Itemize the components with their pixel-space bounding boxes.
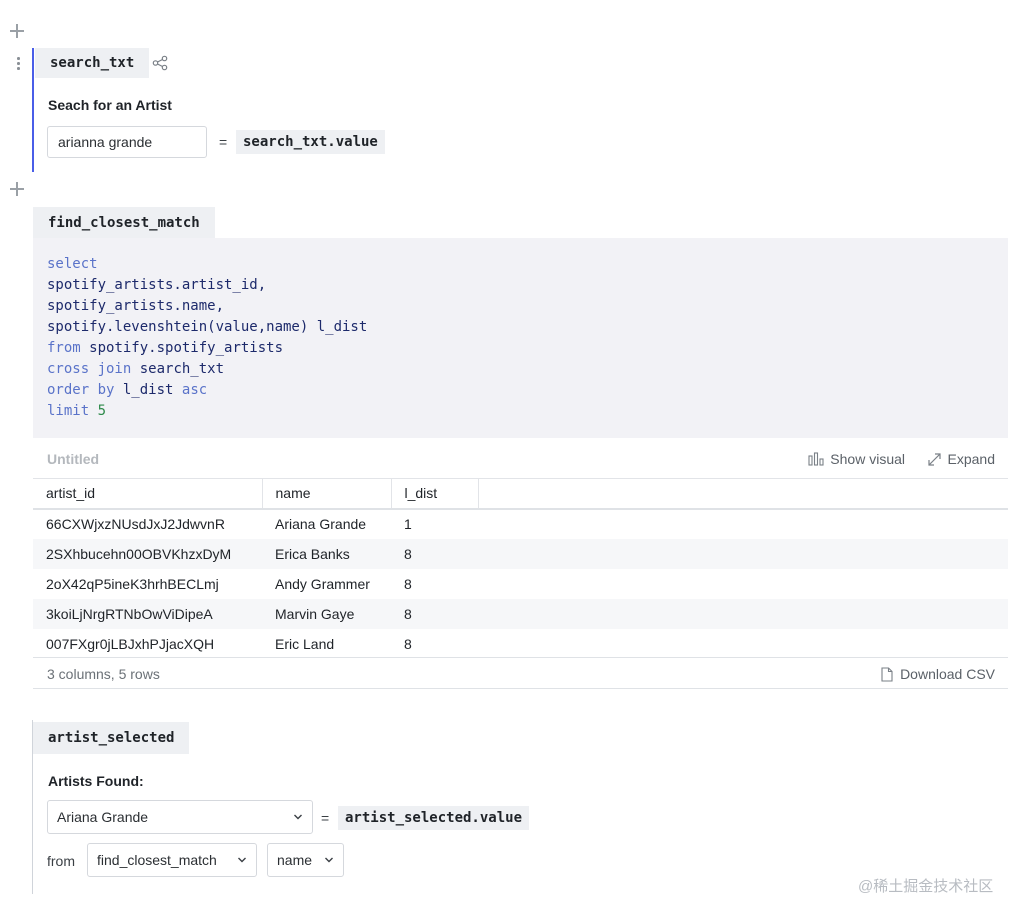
sql-keyword: limit bbox=[47, 403, 90, 419]
column-header[interactable]: l_dist bbox=[391, 478, 479, 510]
sql-line: spotify.levenshtein(value,name) l_dist bbox=[47, 319, 368, 335]
table-cell-empty bbox=[478, 509, 1008, 539]
add-cell-plus-icon[interactable] bbox=[10, 182, 24, 196]
results-header: Untitled Show visual Expand bbox=[33, 440, 1008, 478]
results-footer: 3 columns, 5 rows Download CSV bbox=[33, 657, 1008, 689]
add-cell-plus-icon[interactable] bbox=[10, 24, 24, 38]
cell-name-tag[interactable]: search_txt bbox=[35, 48, 150, 78]
dropdown-value: find_closest_match bbox=[97, 852, 217, 868]
sql-identifier: spotify.spotify_artists bbox=[89, 340, 284, 356]
table-cell[interactable]: Erica Banks bbox=[262, 538, 391, 569]
sql-line: from spotify.spotify_artists bbox=[47, 338, 283, 359]
download-csv-button[interactable]: Download CSV bbox=[881, 666, 995, 682]
table-cell[interactable]: Marvin Gaye bbox=[262, 598, 391, 629]
cell-name-tag[interactable]: artist_selected bbox=[33, 722, 190, 754]
table-cell[interactable]: Eric Land bbox=[262, 629, 391, 659]
share-icon[interactable] bbox=[152, 55, 168, 71]
table-cell-empty bbox=[478, 538, 1008, 569]
table-header-row: artist_id name l_dist bbox=[33, 478, 1008, 510]
table-cell-empty bbox=[478, 629, 1008, 659]
table-cell-empty bbox=[478, 569, 1008, 599]
column-header[interactable]: name bbox=[262, 478, 392, 510]
chart-icon bbox=[808, 452, 824, 466]
dropdown-value: name bbox=[277, 852, 313, 868]
column-header[interactable]: artist_id bbox=[33, 478, 263, 510]
from-label: from bbox=[47, 853, 75, 869]
table-row: 3koiLjNrgRTNbOwViDipeA Marvin Gaye 8 bbox=[33, 598, 1008, 629]
artist-dropdown[interactable]: Ariana Grande bbox=[47, 800, 313, 834]
sql-line: spotify_artists.artist_id, bbox=[47, 277, 267, 293]
file-icon bbox=[881, 666, 893, 682]
table-row: 2SXhbucehn00OBVKhzxDyM Erica Banks 8 bbox=[33, 538, 1008, 569]
table-row: 66CXWjxzNUsdJxJ2JdwvnR Ariana Grande 1 bbox=[33, 509, 1008, 539]
table-cell-empty bbox=[478, 598, 1008, 629]
table-cell[interactable]: 8 bbox=[391, 629, 478, 659]
sql-keyword: asc bbox=[181, 382, 208, 398]
sql-number: 5 bbox=[97, 403, 107, 419]
table-cell[interactable]: 66CXWjxzNUsdJxJ2JdwvnR bbox=[33, 509, 262, 539]
download-csv-label: Download CSV bbox=[900, 666, 995, 682]
sql-line: select bbox=[47, 256, 98, 272]
equals-sign: = bbox=[321, 810, 330, 826]
table-cell[interactable]: Ariana Grande bbox=[262, 509, 391, 539]
sql-identifier: search_txt bbox=[139, 361, 225, 377]
cell-name-tag[interactable]: find_closest_match bbox=[33, 207, 215, 239]
table-cell[interactable]: 8 bbox=[391, 538, 478, 569]
chevron-down-icon bbox=[294, 814, 302, 820]
table-row: 2oX42qP5ineK3hrhBECLmj Andy Grammer 8 bbox=[33, 569, 1008, 599]
sql-line: order by l_dist asc bbox=[47, 380, 207, 401]
column-dropdown[interactable]: name bbox=[267, 843, 344, 877]
table-cell[interactable]: 1 bbox=[391, 509, 478, 539]
sql-line: spotify_artists.name, bbox=[47, 298, 225, 314]
sql-editor[interactable]: select spotify_artists.artist_id, spotif… bbox=[33, 238, 1008, 438]
expand-label: Expand bbox=[947, 451, 995, 467]
table-cell[interactable]: 8 bbox=[391, 598, 478, 629]
table-cell[interactable]: 8 bbox=[391, 569, 478, 599]
table-cell[interactable]: 2oX42qP5ineK3hrhBECLmj bbox=[33, 569, 262, 599]
show-visual-label: Show visual bbox=[830, 451, 905, 467]
show-visual-button[interactable]: Show visual bbox=[808, 451, 905, 467]
sql-line: limit 5 bbox=[47, 401, 106, 422]
table-cell[interactable]: 2SXhbucehn00OBVKhzxDyM bbox=[33, 538, 262, 569]
sql-keyword: order by bbox=[47, 382, 115, 398]
watermark: @稀土掘金技术社区 bbox=[858, 878, 994, 895]
sql-keyword: from bbox=[47, 340, 81, 356]
selected-cell-indicator bbox=[32, 48, 34, 172]
dropdown-value: Ariana Grande bbox=[57, 809, 149, 825]
row-count: 3 columns, 5 rows bbox=[47, 666, 160, 682]
search-input[interactable]: arianna grande bbox=[47, 126, 207, 158]
dropdown-label: Artists Found: bbox=[48, 773, 144, 789]
results-title[interactable]: Untitled bbox=[47, 451, 99, 467]
source-dropdown[interactable]: find_closest_match bbox=[87, 843, 257, 877]
column-header-empty bbox=[478, 478, 1008, 510]
sql-identifier: l_dist bbox=[122, 382, 174, 398]
variable-reference: search_txt.value bbox=[236, 130, 385, 154]
expand-icon bbox=[927, 452, 941, 466]
chevron-down-icon bbox=[238, 857, 246, 863]
input-label: Seach for an Artist bbox=[48, 97, 172, 113]
cell-menu-icon[interactable] bbox=[16, 57, 20, 71]
table-cell[interactable]: 3koiLjNrgRTNbOwViDipeA bbox=[33, 598, 262, 629]
chevron-down-icon bbox=[325, 857, 333, 863]
table-cell[interactable]: Andy Grammer bbox=[262, 569, 391, 599]
expand-button[interactable]: Expand bbox=[927, 451, 995, 467]
variable-reference: artist_selected.value bbox=[338, 806, 530, 830]
table-cell[interactable]: 007FXgr0jLBJxhPJjacXQH bbox=[33, 629, 262, 659]
table-row: 007FXgr0jLBJxhPJjacXQH Eric Land 8 bbox=[33, 629, 1008, 659]
sql-line: cross join search_txt bbox=[47, 359, 224, 380]
sql-keyword: cross join bbox=[47, 361, 132, 377]
results-table: artist_id name l_dist 66CXWjxzNUsdJxJ2Jd… bbox=[33, 478, 1008, 659]
equals-sign: = bbox=[219, 134, 228, 150]
